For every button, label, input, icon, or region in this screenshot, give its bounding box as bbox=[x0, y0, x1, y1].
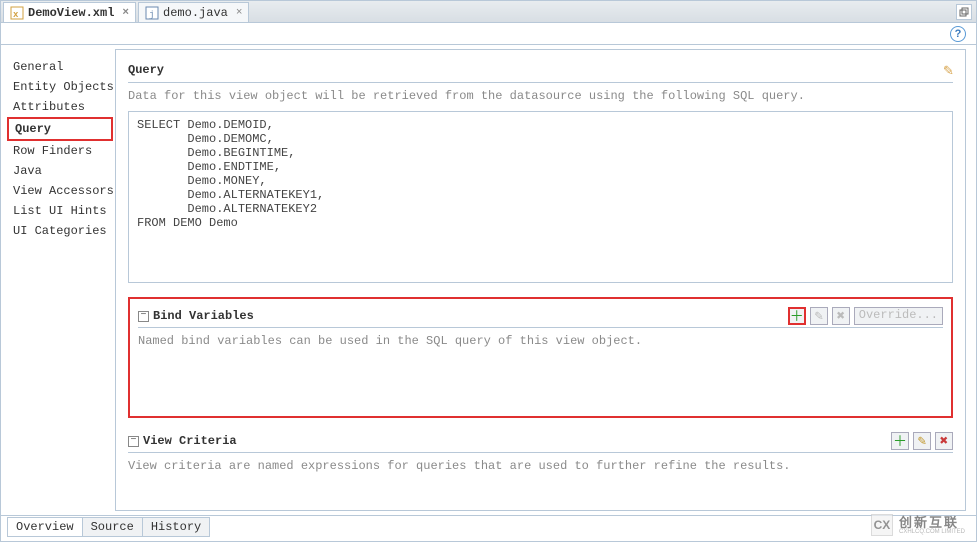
watermark-logo-icon: CX bbox=[871, 514, 893, 536]
tab-label: Overview bbox=[16, 520, 74, 534]
tab-label: Source bbox=[91, 520, 134, 534]
add-button[interactable]: ＋ bbox=[788, 307, 806, 325]
sidebar-item-attributes[interactable]: Attributes bbox=[7, 97, 113, 117]
java-file-icon: j bbox=[145, 6, 159, 20]
watermark-line2: CXHLCQ.COM LIMITED bbox=[899, 529, 965, 535]
sidebar-item-label: Query bbox=[15, 122, 51, 136]
tab-label: DemoView.xml bbox=[28, 6, 114, 20]
delete-button[interactable]: ✖ bbox=[832, 307, 850, 325]
bind-variables-toolbar: ＋ ✎ ✖ Override... bbox=[788, 307, 943, 325]
bind-variables-description: Named bind variables can be used in the … bbox=[138, 334, 943, 348]
view-criteria-panel: − View Criteria ＋ ✎ ✖ View criteria are … bbox=[128, 432, 953, 473]
sidebar-item-label: UI Categories bbox=[13, 224, 107, 238]
sidebar-item-view-accessors[interactable]: View Accessors bbox=[7, 181, 113, 201]
content-panel: Query ✎ Data for this view object will b… bbox=[115, 49, 966, 511]
tab-demoview-xml[interactable]: x DemoView.xml × bbox=[3, 2, 136, 22]
query-description: Data for this view object will be retrie… bbox=[128, 89, 953, 103]
edit-button[interactable]: ✎ bbox=[913, 432, 931, 450]
main-area: General Entity Objects Attributes Query … bbox=[1, 45, 976, 515]
bind-variables-panel: − Bind Variables ＋ ✎ ✖ Override... Named… bbox=[128, 297, 953, 418]
query-title: Query bbox=[128, 63, 164, 77]
tab-demo-java[interactable]: j demo.java × bbox=[138, 2, 249, 22]
tab-label: demo.java bbox=[163, 6, 228, 20]
sidebar-item-entity-objects[interactable]: Entity Objects bbox=[7, 77, 113, 97]
view-criteria-header: − View Criteria ＋ ✎ ✖ bbox=[128, 432, 953, 453]
edit-button[interactable]: ✎ bbox=[810, 307, 828, 325]
sidebar-item-label: Java bbox=[13, 164, 42, 178]
close-icon[interactable]: × bbox=[122, 7, 129, 19]
sidebar-item-label: Attributes bbox=[13, 100, 85, 114]
sidebar-item-row-finders[interactable]: Row Finders bbox=[7, 141, 113, 161]
tab-source[interactable]: Source bbox=[82, 517, 143, 537]
sidebar-item-label: Row Finders bbox=[13, 144, 92, 158]
sidebar-item-label: Entity Objects bbox=[13, 80, 114, 94]
tab-history[interactable]: History bbox=[142, 517, 210, 537]
sidebar: General Entity Objects Attributes Query … bbox=[5, 49, 115, 511]
view-criteria-description: View criteria are named expressions for … bbox=[128, 459, 953, 473]
xml-file-icon: x bbox=[10, 6, 24, 20]
close-icon[interactable]: × bbox=[236, 7, 243, 19]
collapse-toggle-icon[interactable]: − bbox=[128, 436, 139, 447]
restore-icon[interactable] bbox=[956, 4, 972, 20]
sidebar-item-ui-categories[interactable]: UI Categories bbox=[7, 221, 113, 241]
view-criteria-title: View Criteria bbox=[143, 434, 237, 448]
svg-text:x: x bbox=[13, 10, 19, 20]
tab-overview[interactable]: Overview bbox=[7, 517, 83, 537]
sidebar-item-label: List UI Hints bbox=[13, 204, 107, 218]
tab-label: History bbox=[151, 520, 201, 534]
delete-button[interactable]: ✖ bbox=[935, 432, 953, 450]
sidebar-item-java[interactable]: Java bbox=[7, 161, 113, 181]
bind-variables-header: − Bind Variables ＋ ✎ ✖ Override... bbox=[138, 307, 943, 328]
svg-text:j: j bbox=[149, 10, 154, 20]
view-criteria-toolbar: ＋ ✎ ✖ bbox=[891, 432, 953, 450]
sql-textarea[interactable]: SELECT Demo.DEMOID, Demo.DEMOMC, Demo.BE… bbox=[128, 111, 953, 283]
sidebar-item-list-ui-hints[interactable]: List UI Hints bbox=[7, 201, 113, 221]
add-button[interactable]: ＋ bbox=[891, 432, 909, 450]
watermark-text: 创新互联 CXHLCQ.COM LIMITED bbox=[899, 516, 965, 535]
sidebar-item-label: General bbox=[13, 60, 63, 74]
bottom-tab-bar: Overview Source History bbox=[1, 515, 976, 537]
help-icon[interactable]: ? bbox=[950, 26, 966, 42]
sidebar-item-general[interactable]: General bbox=[7, 57, 113, 77]
override-button[interactable]: Override... bbox=[854, 307, 943, 325]
bind-variables-title: Bind Variables bbox=[153, 309, 254, 323]
watermark: CX 创新互联 CXHLCQ.COM LIMITED bbox=[871, 514, 965, 536]
toolbar: ? bbox=[1, 23, 976, 45]
pencil-icon[interactable]: ✎ bbox=[943, 60, 953, 80]
editor-tab-bar: x DemoView.xml × j demo.java × bbox=[1, 1, 976, 23]
sidebar-item-label: View Accessors bbox=[13, 184, 114, 198]
watermark-line1: 创新互联 bbox=[899, 516, 965, 529]
query-section-header: Query ✎ bbox=[128, 60, 953, 83]
collapse-toggle-icon[interactable]: − bbox=[138, 311, 149, 322]
sidebar-item-query[interactable]: Query bbox=[7, 117, 113, 141]
